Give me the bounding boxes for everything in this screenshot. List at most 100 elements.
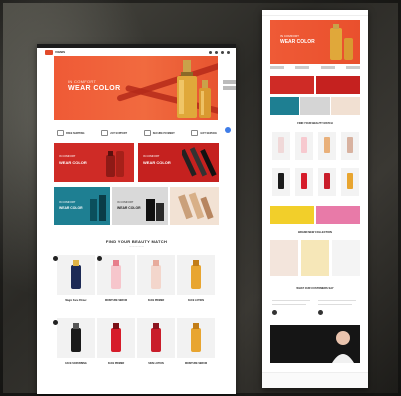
arrow-next-icon[interactable] xyxy=(223,86,236,90)
search-icon[interactable] xyxy=(209,50,212,54)
tile-title: WEAR COLOR xyxy=(117,206,141,210)
shield-icon xyxy=(143,130,151,136)
collection-card[interactable] xyxy=(301,240,329,276)
slider-arrows[interactable] xyxy=(223,80,236,94)
feature-label: GIFT SERVICE xyxy=(200,131,217,135)
user-icon[interactable] xyxy=(215,50,218,54)
product-card[interactable] xyxy=(177,318,215,358)
mobile-dark-banner[interactable] xyxy=(270,325,360,363)
product-card[interactable] xyxy=(97,318,135,358)
site-header: VIGNIS xyxy=(37,48,236,56)
tile-subtitle: IN COMFORT xyxy=(59,155,76,158)
feature-label: 24/7 SUPPORT xyxy=(110,131,128,135)
review-line xyxy=(318,300,356,301)
product-name[interactable]: FACE PRIMER xyxy=(97,362,135,365)
mobile-banner[interactable] xyxy=(270,206,314,224)
mobile-hero[interactable]: IN COMFORT WEAR COLOR xyxy=(270,20,360,64)
logo-icon[interactable] xyxy=(45,49,53,55)
product-card[interactable] xyxy=(57,318,95,358)
review-line xyxy=(318,304,352,305)
product-image xyxy=(191,323,201,352)
product-image xyxy=(111,323,121,352)
feature-label: SECURE PAYMENT xyxy=(152,131,175,135)
product-card[interactable] xyxy=(137,318,175,358)
mobile-product-card[interactable] xyxy=(341,132,359,160)
heart-icon[interactable] xyxy=(221,50,224,54)
mobile-product-card[interactable] xyxy=(295,168,313,196)
product-image xyxy=(111,260,121,289)
promo-tile[interactable]: IN COMFORT WEAR COLOR xyxy=(54,187,110,225)
perfume-bottle-icon xyxy=(330,24,353,60)
mobile-hero-subtitle: IN COMFORT xyxy=(280,34,299,38)
product-name[interactable]: Magic Face Primer xyxy=(57,299,95,302)
feature-item: SECURE PAYMENT xyxy=(143,128,175,138)
mobile-product-card[interactable] xyxy=(318,132,336,160)
hero-subtitle: IN COMFORT xyxy=(68,79,97,84)
collection-card[interactable] xyxy=(270,240,298,276)
mobile-section-title: WHAT OUR CUSTOMERS SAY xyxy=(296,287,334,290)
promo-tile[interactable]: IN COMFORT WEAR COLOR xyxy=(54,143,134,182)
hero-title: WEAR COLOR xyxy=(68,85,121,92)
collection-card[interactable] xyxy=(332,240,360,276)
product-image xyxy=(301,173,307,189)
promo-tile[interactable]: IN COMFORT WEAR COLOR xyxy=(138,143,219,182)
section-title: FIND YOUR BEAUTY MATCH xyxy=(105,239,168,244)
promo-tile[interactable] xyxy=(170,187,219,225)
tile-title: WEAR COLOR xyxy=(143,160,171,165)
product-name[interactable]: FACE PRIMER xyxy=(137,299,175,302)
product-card[interactable] xyxy=(57,255,95,295)
mobile-product-card[interactable] xyxy=(318,168,336,196)
headset-icon xyxy=(101,130,109,136)
hero-banner[interactable]: IN COMFORT WEAR COLOR xyxy=(54,56,218,120)
mobile-product-card[interactable] xyxy=(295,132,313,160)
product-image xyxy=(301,137,307,153)
product-card[interactable] xyxy=(137,255,175,295)
product-name[interactable]: SKIN LOTION xyxy=(137,362,175,365)
mobile-banner[interactable] xyxy=(316,206,360,224)
product-image xyxy=(278,137,284,153)
mobile-mockup: IN COMFORT WEAR COLOR FIND YOUR BEAUTY M… xyxy=(262,10,368,388)
product-badge xyxy=(53,320,58,325)
avatar xyxy=(272,310,277,315)
mobile-product-card[interactable] xyxy=(272,132,290,160)
product-card[interactable] xyxy=(177,255,215,295)
mobile-features xyxy=(270,66,360,72)
mobile-promo-tile[interactable] xyxy=(300,97,330,115)
review-line xyxy=(272,300,310,301)
promo-tile[interactable]: IN COMFORT WEAR COLOR xyxy=(112,187,168,225)
product-badge xyxy=(97,256,102,261)
brand-name: VIGNIS xyxy=(55,50,66,54)
tile-subtitle: IN COMFORT xyxy=(59,201,76,204)
arrow-prev-icon[interactable] xyxy=(223,80,236,84)
feature-strip: FREE SHIPPING 24/7 SUPPORT SECURE PAYMEN… xyxy=(57,128,217,138)
perfume-bottle-icon xyxy=(177,60,197,118)
mobile-promo-tile[interactable] xyxy=(331,97,360,115)
product-image xyxy=(324,137,330,153)
foundation-bottle-icon xyxy=(178,192,214,220)
product-image xyxy=(324,173,330,189)
product-card[interactable] xyxy=(97,255,135,295)
product-name[interactable]: FACE SCRUBBING xyxy=(57,362,95,365)
product-name[interactable]: MOISTURE SERUM xyxy=(97,299,135,302)
mobile-section-title: BRAND NEW COLLECTION xyxy=(298,231,332,234)
cart-icon[interactable] xyxy=(227,50,230,54)
section-subtitle: — — — — — xyxy=(129,245,144,248)
mobile-promo-tile[interactable] xyxy=(270,76,314,94)
mobile-promo-tile[interactable] xyxy=(316,76,360,94)
product-image xyxy=(278,173,284,189)
product-image xyxy=(151,323,161,352)
product-image xyxy=(71,260,81,289)
perfume-bottle-icon xyxy=(199,80,211,118)
tile-subtitle: IN COMFORT xyxy=(143,155,160,158)
header-icons xyxy=(209,50,230,54)
tile-title: WEAR COLOR xyxy=(59,160,87,165)
mobile-product-card[interactable] xyxy=(272,168,290,196)
cream-tube-icon xyxy=(146,199,164,221)
mobile-promo-tile[interactable] xyxy=(270,97,299,115)
product-name[interactable]: FACE LOTION xyxy=(177,299,215,302)
mobile-product-card[interactable] xyxy=(341,168,359,196)
product-name[interactable]: MOISTURE SERUM xyxy=(177,362,215,365)
mobile-header xyxy=(262,10,368,16)
chat-bubble-icon[interactable] xyxy=(225,127,231,133)
product-image xyxy=(347,173,353,189)
